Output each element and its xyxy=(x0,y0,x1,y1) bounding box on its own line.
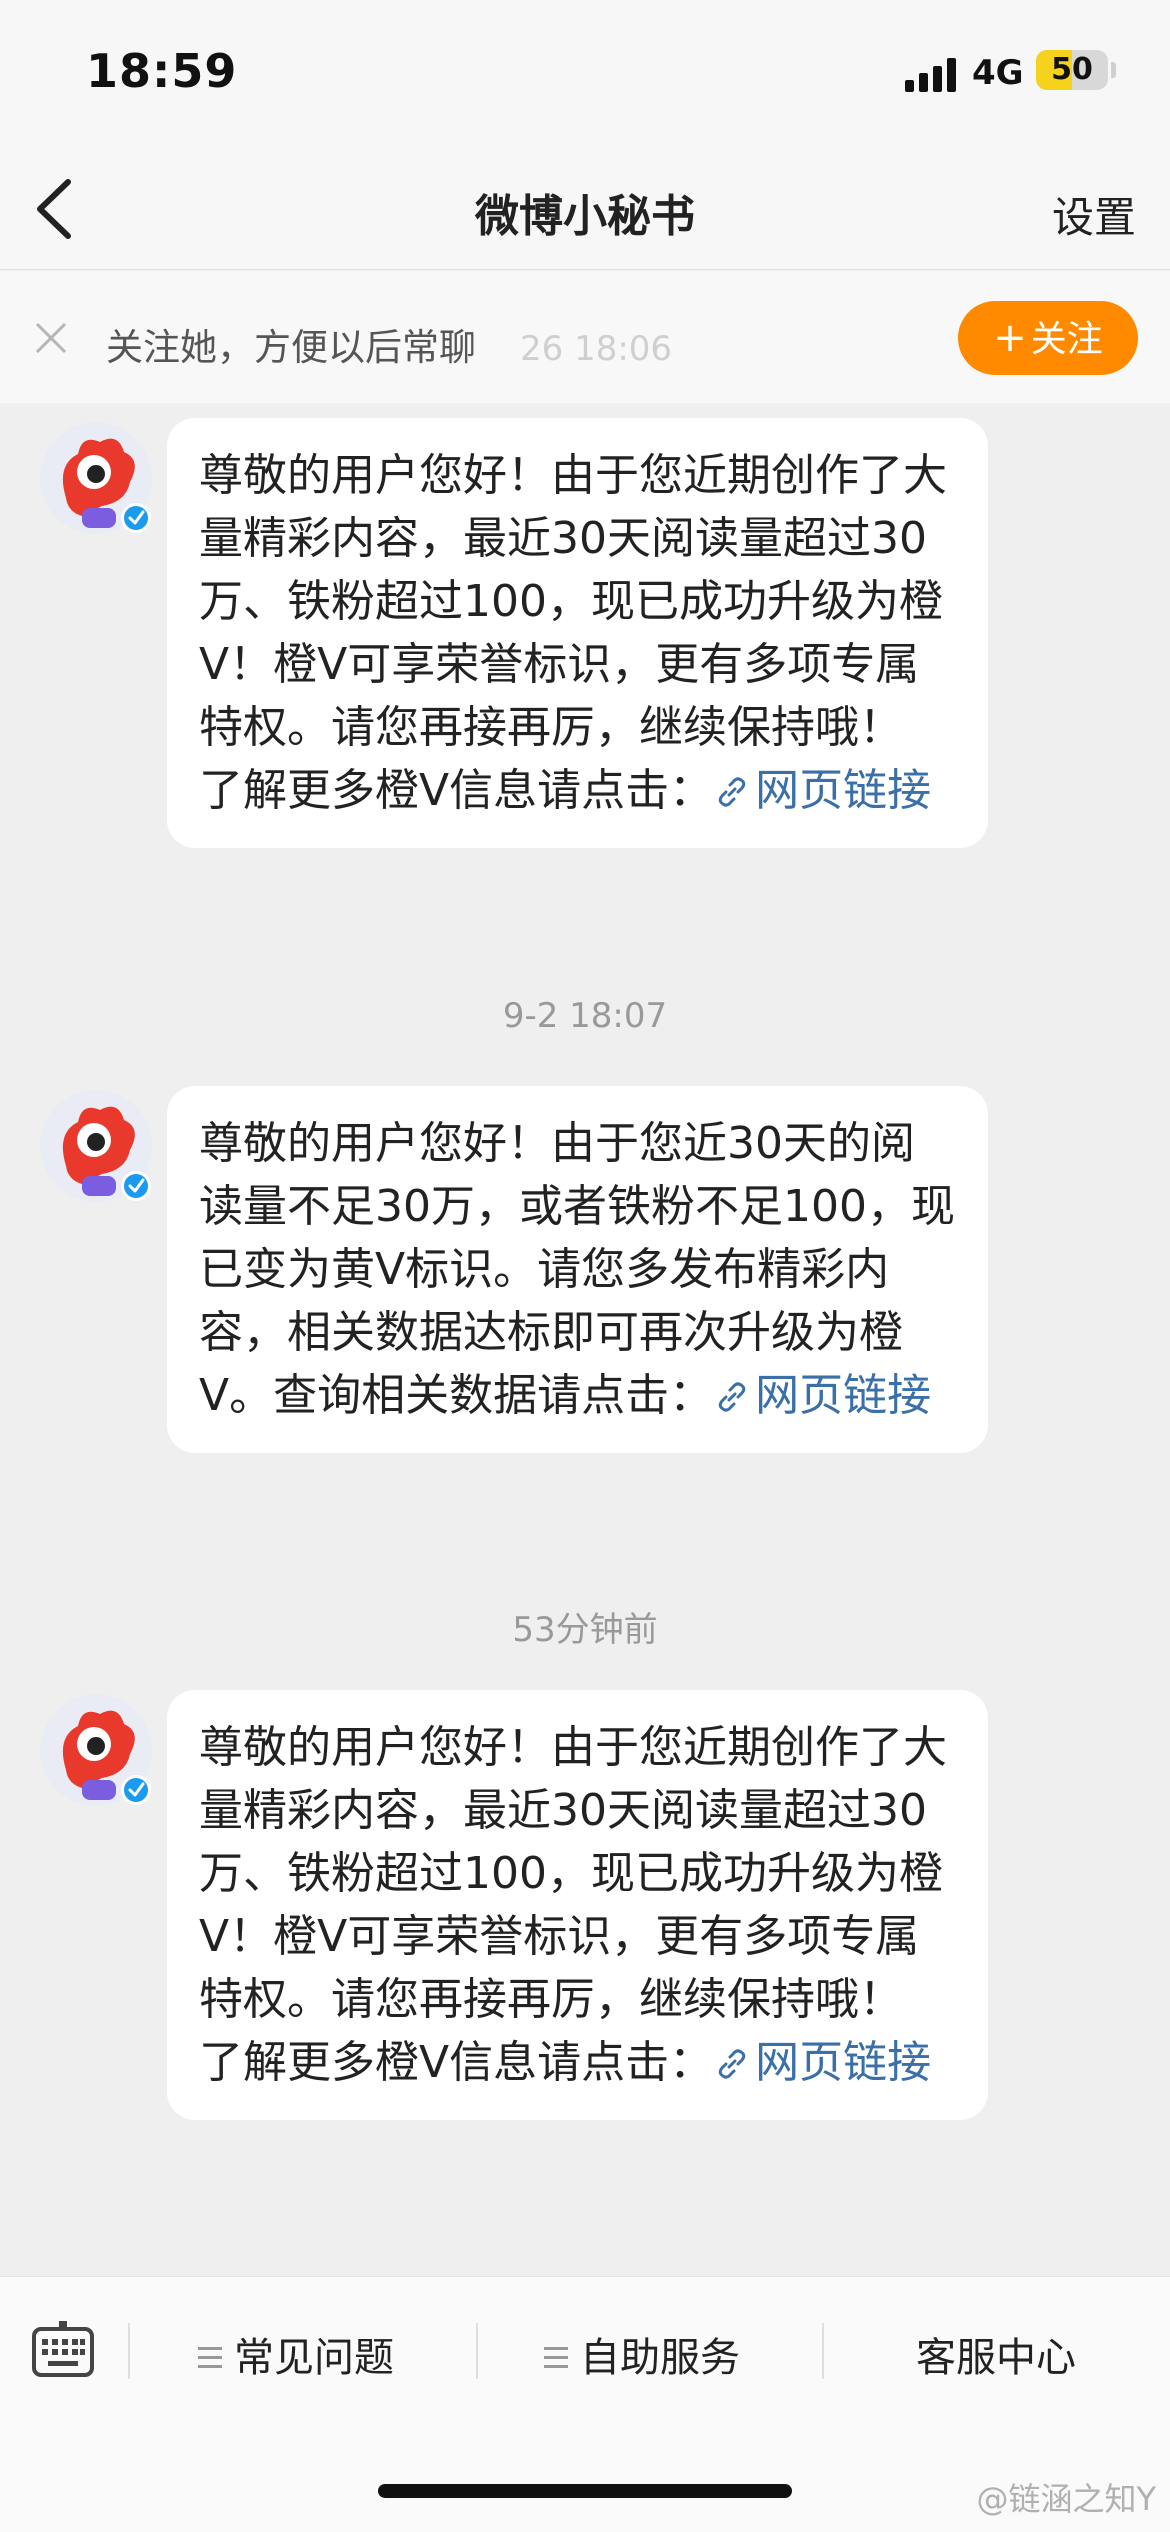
signal-icon xyxy=(905,58,956,92)
message-text: 尊敬的用户您好！由于您近期创作了大量精彩内容，最近30天阅读量超过30万、铁粉超… xyxy=(199,1716,958,2094)
keyboard-icon[interactable] xyxy=(30,2317,96,2383)
follow-prompt-text: 关注她，方便以后常聊 xyxy=(106,326,476,369)
status-bar: 18:59 4G 50 xyxy=(0,0,1170,150)
message-bubble: 尊敬的用户您好！由于您近期创作了大量精彩内容，最近30天阅读量超过30万、铁粉超… xyxy=(167,1690,988,2120)
self-service-menu-button[interactable]: 自助服务 xyxy=(544,2325,740,2383)
message-body: 尊敬的用户您好！由于您近期创作了大量精彩内容，最近30天阅读量超过30万、铁粉超… xyxy=(199,1722,947,2088)
web-link-label: 网页链接 xyxy=(755,1370,932,1421)
web-link[interactable]: 网页链接 xyxy=(713,1370,931,1421)
message-bubble: 尊敬的用户您好！由于您近期创作了大量精彩内容，最近30天阅读量超过30万、铁粉超… xyxy=(167,418,988,848)
avatar[interactable] xyxy=(38,420,154,536)
link-icon xyxy=(718,2049,746,2079)
link-icon xyxy=(718,1382,746,1412)
follow-banner: 26 18:06 关注她，方便以后常聊 + 关注 xyxy=(0,271,1170,403)
close-icon[interactable] xyxy=(34,321,68,355)
divider xyxy=(476,2323,478,2379)
battery-icon: 50 xyxy=(1036,50,1108,90)
faq-label: 常见问题 xyxy=(234,2335,394,2381)
web-link[interactable]: 网页链接 xyxy=(713,2037,931,2088)
message-bubble: 尊敬的用户您好！由于您近30天的阅读量不足30万，或者铁粉不足100，现已变为黄… xyxy=(167,1086,988,1453)
plus-icon: + xyxy=(993,315,1027,361)
follow-button-label: 关注 xyxy=(1030,319,1103,360)
divider xyxy=(822,2323,824,2379)
message-timestamp: 9-2 18:07 xyxy=(502,996,668,1036)
watermark: @链涵之知Y xyxy=(976,2480,1156,2518)
nav-bar: 微博小秘书 设置 xyxy=(0,150,1170,270)
banner-ghost-time: 26 18:06 xyxy=(520,329,673,369)
self-service-label: 自助服务 xyxy=(580,2335,740,2381)
follow-button[interactable]: + 关注 xyxy=(958,301,1138,375)
battery-level: 50 xyxy=(1051,52,1093,87)
web-link-label: 网页链接 xyxy=(755,2037,932,2088)
settings-button[interactable]: 设置 xyxy=(1052,184,1136,245)
message-timestamp: 53分钟前 xyxy=(512,1610,658,1650)
status-time: 18:59 xyxy=(86,44,238,98)
web-link[interactable]: 网页链接 xyxy=(713,765,931,816)
avatar[interactable] xyxy=(38,1692,154,1808)
menu-lines-icon xyxy=(198,2347,222,2369)
home-indicator[interactable] xyxy=(378,2484,792,2498)
menu-lines-icon xyxy=(544,2347,568,2369)
customer-service-button[interactable]: 客服中心 xyxy=(916,2325,1076,2383)
page-title: 微博小秘书 xyxy=(475,191,695,242)
network-type: 4G xyxy=(972,53,1024,93)
message-text: 尊敬的用户您好！由于您近30天的阅读量不足30万，或者铁粉不足100，现已变为黄… xyxy=(199,1112,958,1427)
message-body: 尊敬的用户您好！由于您近期创作了大量精彩内容，最近30天阅读量超过30万、铁粉超… xyxy=(199,450,947,816)
web-link-label: 网页链接 xyxy=(755,765,932,816)
faq-menu-button[interactable]: 常见问题 xyxy=(198,2325,394,2383)
message-text: 尊敬的用户您好！由于您近期创作了大量精彩内容，最近30天阅读量超过30万、铁粉超… xyxy=(199,444,958,822)
battery-tip xyxy=(1111,62,1116,78)
link-icon xyxy=(718,777,746,807)
divider xyxy=(128,2323,130,2379)
avatar[interactable] xyxy=(38,1088,154,1204)
